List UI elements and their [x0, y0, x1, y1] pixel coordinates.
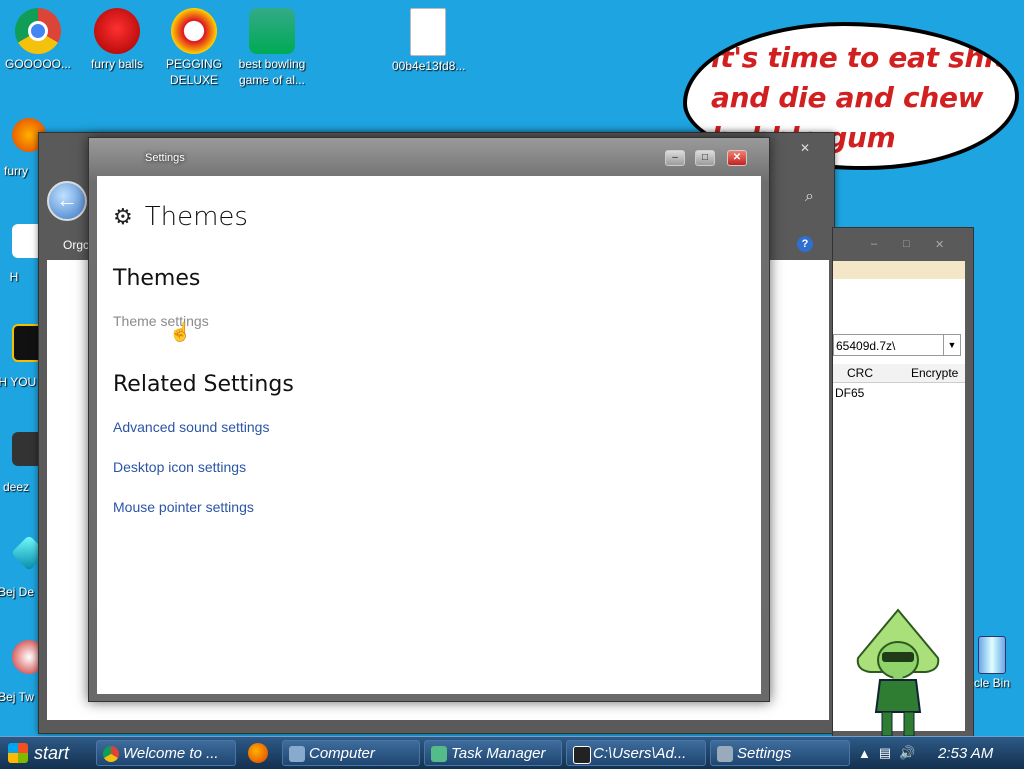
recycle-bin[interactable]: cle Bin [962, 636, 1022, 690]
settings-window[interactable]: Settings – □ ✕ ⚙ Themes Themes Theme set… [88, 137, 770, 702]
recycle-bin-label: cle Bin [973, 676, 1011, 690]
close-icon[interactable]: ✕ [794, 141, 816, 155]
computer-icon [289, 746, 305, 762]
taskbar-item-label: Task Manager [451, 745, 546, 762]
window-title: Settings [145, 152, 185, 164]
mouse-pointer-settings-link[interactable]: Mouse pointer settings [113, 499, 254, 515]
archive-column-header: CRC Encrypte [833, 364, 965, 383]
taskbar-item-label: Computer [309, 745, 375, 762]
taskbar-item-label: Settings [737, 745, 792, 762]
taskbar-item-7zip[interactable]: C:\Users\Ad... [566, 740, 706, 766]
archive-address-field[interactable]: 65409d.7z\ ▼ [833, 334, 961, 356]
desktop-icon-label: GOOOOO... [4, 57, 71, 71]
organize-menu[interactable]: Orgc [63, 238, 89, 252]
start-button[interactable]: start [2, 740, 77, 766]
minimize-button[interactable]: – [665, 150, 685, 166]
maximize-icon[interactable]: □ [903, 238, 910, 250]
archive-address-text: 65409d.7z\ [836, 339, 896, 353]
page-header: ⚙ Themes [113, 202, 248, 232]
chrome-icon [15, 8, 61, 54]
taskbar-item-chrome[interactable]: Welcome to ... [96, 740, 236, 766]
desktop-icon-label-left: deez [2, 480, 30, 494]
desktop-icon-label-left: Bej Tw [0, 690, 34, 704]
desktop-icon-label-left: I H YOU [0, 375, 37, 389]
desktop-icon-label-left: H [9, 270, 19, 284]
crc-cell: DF65 [835, 386, 865, 400]
taskbar-item-settings[interactable]: Settings [710, 740, 850, 766]
desktop-icon-label-left: furry [4, 164, 28, 178]
back-arrow-icon[interactable]: ← [47, 181, 87, 221]
7zip-icon [573, 746, 591, 764]
desktop-icon-bowling[interactable]: best bowling game of al... [236, 8, 308, 88]
system-tray: ▲ ▤ 🔊 [858, 737, 923, 769]
start-label: start [34, 742, 70, 763]
character-image [856, 608, 940, 737]
advanced-sound-settings-link[interactable]: Advanced sound settings [113, 419, 269, 435]
desktop-icon-label: PEGGING DELUXE [165, 57, 222, 87]
taskbar-item-label: C:\Users\Ad... [593, 745, 687, 762]
taskbar-item-label: Welcome to ... [123, 745, 219, 762]
desktop-icon-label: furry balls [90, 57, 143, 71]
desktop-icon-pegging-deluxe[interactable]: PEGGING DELUXE [158, 8, 230, 88]
desktop-icon-file[interactable]: 00b4e13fd8... [392, 8, 466, 74]
desktop-icon-furry-balls[interactable]: furry balls [81, 8, 153, 72]
furry-balls-icon [94, 8, 140, 54]
help-icon[interactable]: ? [797, 236, 813, 252]
maximize-button[interactable]: □ [695, 150, 715, 166]
gear-icon [717, 746, 733, 762]
windows-logo-icon [8, 743, 28, 763]
firefox-icon[interactable] [248, 743, 268, 763]
taskbar: start Welcome to ... Computer Task Manag… [0, 736, 1024, 769]
chevron-down-icon[interactable]: ▼ [943, 335, 960, 355]
search-icon[interactable]: ⌕ [805, 188, 814, 206]
taskbar-item-computer[interactable]: Computer [282, 740, 420, 766]
desktop-icon-chrome[interactable]: GOOOOO... [2, 8, 74, 72]
desktop-icon-label-left: Bej De [0, 585, 35, 599]
archive-toolbar [833, 261, 965, 279]
column-crc[interactable]: CRC [847, 366, 873, 380]
section-title-related: Related Settings [113, 372, 294, 397]
file-icon [410, 8, 446, 56]
desktop-icon-label: best bowling game of al... [238, 57, 306, 87]
recycle-bin-icon [978, 636, 1006, 674]
desktop-icon-settings-link[interactable]: Desktop icon settings [113, 459, 246, 475]
pegging-deluxe-icon [171, 8, 217, 54]
volume-icon[interactable]: 🔊 [899, 745, 915, 761]
page-title: Themes [144, 202, 248, 232]
chevron-up-icon[interactable]: ▲ [858, 746, 871, 761]
network-icon[interactable]: ▤ [879, 745, 891, 761]
bowling-game-icon [249, 8, 295, 54]
taskbar-item-task-manager[interactable]: Task Manager [424, 740, 562, 766]
theme-settings-link[interactable]: Theme settings [113, 313, 209, 329]
desktop-icon-label: 00b4e13fd8... [392, 59, 466, 73]
section-title-themes: Themes [113, 266, 201, 291]
column-encrypted[interactable]: Encrypte [911, 366, 958, 380]
minimize-icon[interactable]: – [871, 238, 877, 250]
hand-cursor-icon: ☝ [169, 322, 192, 342]
close-icon[interactable]: ✕ [935, 238, 944, 251]
gear-icon: ⚙ [113, 204, 133, 229]
task-manager-icon [431, 746, 447, 762]
settings-content: ⚙ Themes Themes Theme settings ☝ Related… [97, 176, 761, 694]
clock[interactable]: 2:53 AM [938, 745, 993, 762]
close-button[interactable]: ✕ [727, 150, 747, 166]
chrome-icon [103, 746, 119, 762]
